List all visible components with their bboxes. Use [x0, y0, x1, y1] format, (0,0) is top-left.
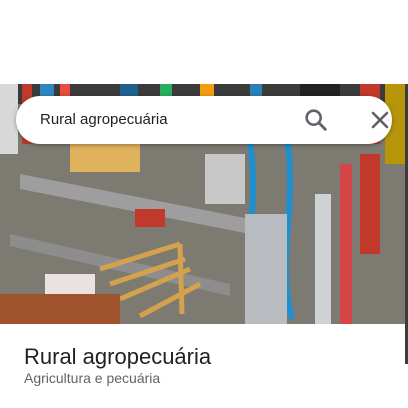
search-input[interactable]: Rural agropecuária [40, 96, 168, 144]
place-category: Agricultura e pecuária [24, 370, 161, 386]
close-icon[interactable] [366, 106, 394, 134]
place-title[interactable]: Rural agropecuária [24, 344, 211, 370]
search-bar[interactable]: Rural agropecuária [16, 96, 392, 144]
top-blank-area [0, 0, 408, 84]
place-info-panel: Rural agropecuária Agricultura e pecuári… [0, 324, 405, 408]
search-icon[interactable] [302, 106, 330, 134]
